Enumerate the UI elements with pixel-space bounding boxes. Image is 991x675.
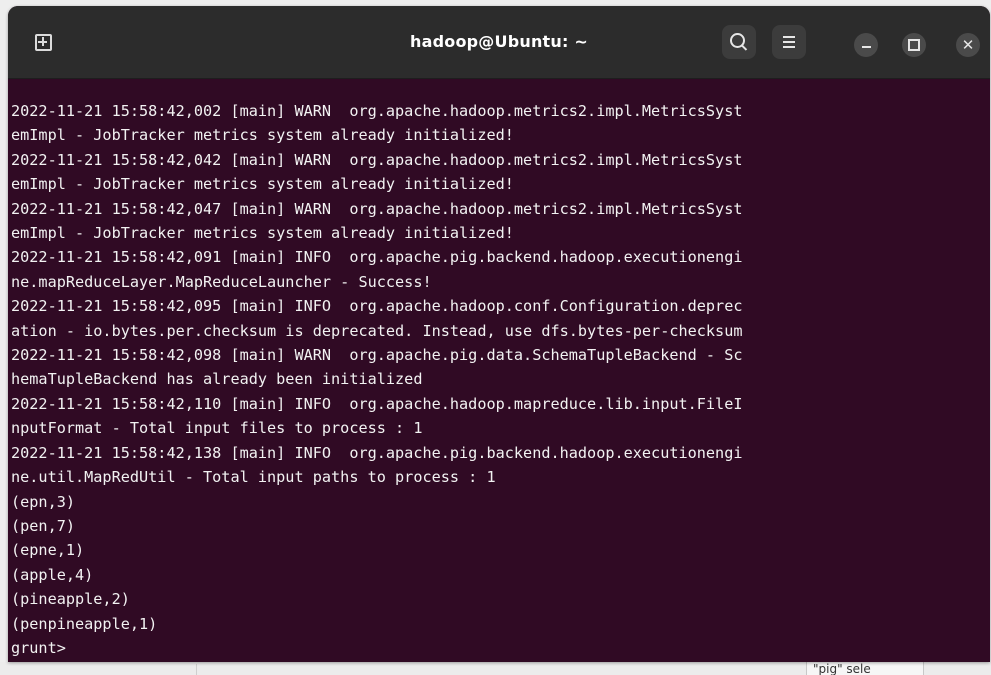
background-popup-text: "pig" sele — [806, 661, 924, 675]
terminal-line: emImpl - JobTracker metrics system alrea… — [11, 175, 514, 194]
text-cursor — [70, 639, 79, 656]
maximize-button[interactable] — [902, 33, 926, 57]
terminal-line: 2022-11-21 15:58:42,095 [main] INFO org.… — [11, 297, 743, 316]
terminal-output[interactable]: 2022-11-21 15:58:42,002 [main] WARN org.… — [8, 79, 990, 662]
shell-prompt: grunt> — [11, 638, 66, 657]
terminal-line: ne.mapReduceLayer.MapReduceLauncher - Su… — [11, 272, 432, 291]
terminal-line: ation - io.bytes.per.checksum is depreca… — [11, 321, 743, 340]
terminal-line: (penpineapple,1) — [11, 614, 158, 633]
terminal-line: 2022-11-21 15:58:42,047 [main] WARN org.… — [11, 199, 743, 218]
terminal-line: (pineapple,2) — [11, 590, 130, 609]
title-bar[interactable]: hadoop@Ubuntu: ~ ✕ — [8, 6, 990, 79]
terminal-line: ne.util.MapRedUtil - Total input paths t… — [11, 468, 496, 487]
terminal-line: 2022-11-21 15:58:42,091 [main] INFO org.… — [11, 248, 743, 267]
minimize-icon — [861, 46, 871, 48]
terminal-line: 2022-11-21 15:58:42,098 [main] WARN org.… — [11, 346, 743, 365]
terminal-line: nputFormat - Total input files to proces… — [11, 419, 423, 438]
hamburger-menu-icon — [783, 36, 795, 48]
search-button[interactable] — [722, 25, 756, 59]
close-icon: ✕ — [961, 35, 975, 54]
terminal-line: (apple,4) — [11, 565, 94, 584]
terminal-line: 2022-11-21 15:58:42,002 [main] WARN org.… — [11, 102, 743, 120]
background-divider — [196, 664, 197, 675]
terminal-line: 2022-11-21 15:58:42,042 [main] WARN org.… — [11, 150, 743, 169]
menu-button[interactable] — [772, 25, 806, 59]
terminal-line: emImpl - JobTracker metrics system alrea… — [11, 224, 514, 243]
maximize-icon — [908, 39, 920, 51]
close-button[interactable]: ✕ — [956, 33, 980, 57]
desktop: "pig" sele hadoop@Ubuntu: ~ ✕ 2022-11-21… — [0, 0, 991, 675]
terminal-line: (epn,3) — [11, 492, 76, 511]
minimize-button[interactable] — [854, 33, 878, 57]
terminal-line: 2022-11-21 15:58:42,138 [main] INFO org.… — [11, 443, 743, 462]
prompt-line[interactable]: grunt> — [11, 636, 990, 660]
terminal-line: (epne,1) — [11, 541, 85, 560]
terminal-line: emImpl - JobTracker metrics system alrea… — [11, 126, 514, 145]
terminal-line: hemaTupleBackend has already been initia… — [11, 370, 423, 389]
terminal-line: 2022-11-21 15:58:42,110 [main] INFO org.… — [11, 394, 743, 413]
search-icon — [729, 32, 745, 48]
terminal-window[interactable]: hadoop@Ubuntu: ~ ✕ 2022-11-21 15:58:42,0… — [8, 6, 990, 662]
terminal-line: (pen,7) — [11, 516, 76, 535]
window-title: hadoop@Ubuntu: ~ — [410, 32, 588, 51]
